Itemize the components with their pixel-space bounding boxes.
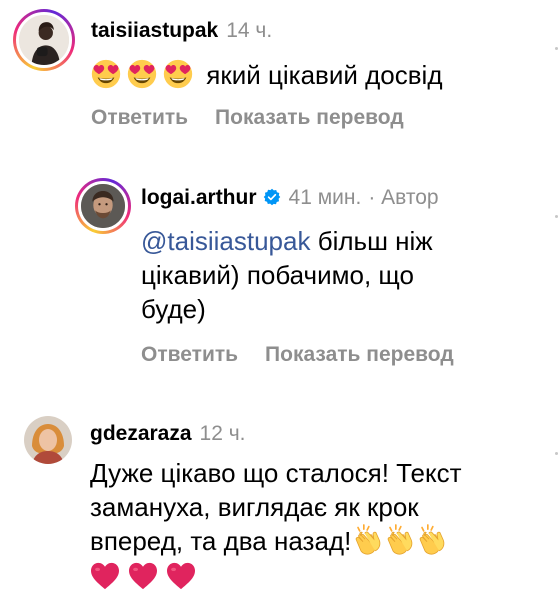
red-heart-icon (166, 562, 196, 590)
translate-button[interactable]: Показать перевод (265, 343, 454, 367)
username[interactable]: gdezaraza (90, 422, 192, 446)
clapping-hands-icon (353, 524, 383, 556)
avatar[interactable] (75, 178, 131, 234)
comment-text-line: замануха, виглядає як крок (90, 492, 419, 522)
profile-photo-icon (81, 184, 125, 228)
comment-taisiiastupak: taisiiastupak 14 ч. який цікавий досвід … (0, 0, 560, 150)
author-label: · Автор (368, 186, 439, 209)
heart-eyes-icon (163, 59, 193, 89)
comment-text-line: буде) (141, 294, 206, 324)
verified-badge-icon (263, 188, 280, 206)
comment-body: Дуже цікаво що сталося! Текст замануха, … (90, 456, 462, 594)
avatar[interactable] (13, 9, 75, 71)
reply-button[interactable]: Ответить (91, 106, 188, 130)
side-dot (555, 452, 558, 455)
comment-text-line: цікавий) побачимо, що (141, 260, 414, 290)
comment-time: 14 ч. (226, 19, 273, 42)
red-heart-icon (128, 562, 158, 590)
red-heart-icon (90, 562, 120, 590)
reply-button[interactable]: Ответить (141, 343, 238, 367)
comment-time: 41 мин. (288, 186, 362, 209)
profile-photo-icon (24, 416, 72, 464)
clapping-hands-icon (417, 524, 447, 556)
avatar[interactable] (24, 416, 72, 464)
comment-time: 12 ч. (199, 422, 246, 445)
profile-photo-icon (19, 15, 69, 65)
username[interactable]: taisiiastupak (91, 19, 218, 43)
clapping-hands-icon (385, 524, 415, 556)
translate-button[interactable]: Показать перевод (215, 106, 404, 130)
comment-text-line: Дуже цікаво що сталося! Текст (90, 458, 462, 488)
side-dot (555, 215, 558, 218)
comment-body: який цікавий досвід (91, 58, 443, 92)
side-dot (555, 47, 558, 50)
comment-text-line: вперед, та два назад! (90, 526, 352, 556)
comment-text: який цікавий досвід (206, 60, 443, 90)
comment-text-line: більш ніж (310, 226, 433, 256)
heart-eyes-icon (127, 59, 157, 89)
mention-link[interactable]: @taisiiastupak (141, 226, 310, 256)
heart-eyes-icon (91, 59, 121, 89)
comment-body: @taisiiastupak більш ніж цікавий) побачи… (141, 224, 433, 326)
username[interactable]: logai.arthur (141, 186, 257, 210)
comment-logai-arthur: logai.arthur 41 мин. · Автор @taisiiastu… (0, 150, 560, 390)
comment-gdezaraza: gdezaraza 12 ч. Дуже цікаво що сталося! … (0, 390, 560, 600)
